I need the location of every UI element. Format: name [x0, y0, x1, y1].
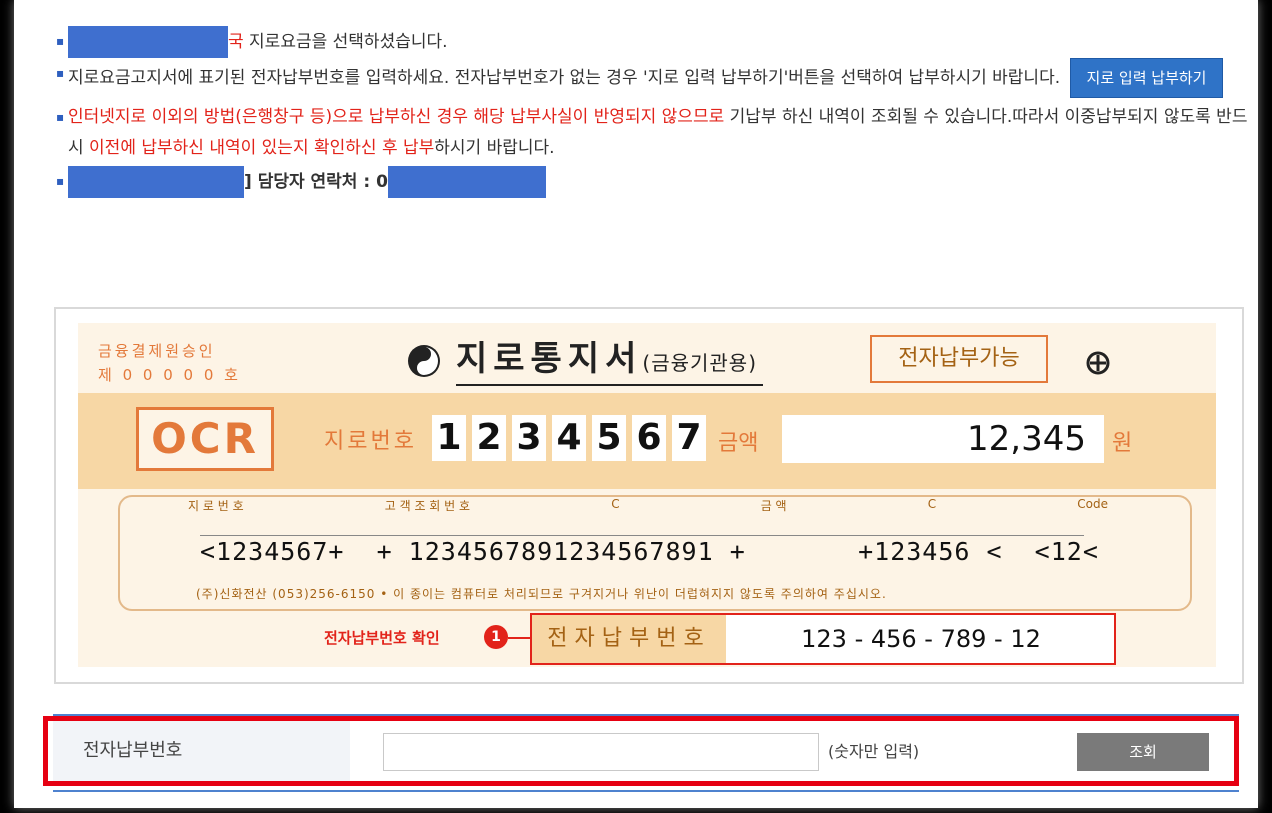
- epay-number-box: 전자납부번호 123 - 456 - 789 - 12: [530, 613, 1116, 665]
- notice-input-text: 지로요금고지서에 표기된 전자납부번호를 입력하세요. 전자납부번호가 없는 경…: [68, 68, 1061, 88]
- code-headers: 지 로 번 호 고 객 조 회 번 호 C 금 액 C Code: [188, 497, 1108, 514]
- notice-warning-red2: 이전에 납부하신 내역이 있는지 확인하신 후 납부: [89, 138, 435, 158]
- bullet-icon: ▪: [56, 66, 65, 80]
- giro-number-label: 지로번호: [324, 429, 417, 454]
- code-header: 지 로 번 호: [188, 499, 244, 513]
- giro-digit: 7: [672, 415, 706, 461]
- ocr-code-line: <1234567+ + 1234567891234567891 + +12345…: [200, 537, 1099, 566]
- page: ▪ 국 지로요금을 선택하셨습니다. ▪ 지로요금고지서에 표기된 전자납부번호…: [14, 0, 1258, 808]
- giro-slip-example: 금융결제원승인 제 0 0 0 0 0 호 지로통지서(금융기관용) 전자납부가…: [54, 307, 1244, 684]
- code-header: C: [927, 497, 937, 511]
- slip-title: 지로통지서(금융기관용): [456, 331, 764, 386]
- slip-title-main: 지로통지서: [456, 339, 643, 379]
- redacted-block: [68, 26, 228, 58]
- notice-warning-text2: 하시기 바랍니다.: [434, 138, 555, 158]
- epay-number-label: 전자납부번호: [532, 615, 726, 663]
- code-header: 금 액: [760, 499, 787, 513]
- notice-item-warning: ▪ 인터넷지로 이외의 방법(은행창구 등)으로 납부하신 경우 해당 납부사실…: [56, 102, 1256, 164]
- redacted-block: [387, 166, 546, 198]
- notice-item-selected: ▪ 국 지로요금을 선택하셨습니다.: [56, 26, 1256, 58]
- notice-selected-text: 지로요금을 선택하셨습니다.: [243, 32, 448, 52]
- highlight-frame: [43, 716, 1239, 786]
- redacted-block: [68, 166, 244, 198]
- amount-box: 12,345: [782, 415, 1104, 463]
- giro-digit: 6: [632, 415, 666, 461]
- notice-item-contact: ▪ ] 담당자 연락처 : 0: [56, 166, 1256, 198]
- giro-slip: 금융결제원승인 제 0 0 0 0 0 호 지로통지서(금융기관용) 전자납부가…: [78, 323, 1216, 667]
- step-badge: 1: [484, 625, 508, 649]
- registration-mark-icon: [1086, 351, 1110, 375]
- bullet-icon: ▪: [56, 34, 65, 48]
- giro-digit: 5: [592, 415, 626, 461]
- badge-connector: [508, 637, 530, 639]
- giro-logo-icon: [408, 345, 440, 377]
- code-header: C: [611, 497, 620, 511]
- slip-title-sub: (금융기관용): [642, 351, 758, 375]
- code-header: 고 객 조 회 번 호: [384, 499, 471, 513]
- giro-digit: 1: [432, 415, 466, 461]
- notice-list: ▪ 국 지로요금을 선택하셨습니다. ▪ 지로요금고지서에 표기된 전자납부번호…: [56, 26, 1256, 198]
- approval-text: 금융결제원승인 제 0 0 0 0 0 호: [98, 342, 241, 384]
- giro-digit: 3: [512, 415, 546, 461]
- giro-digit: 2: [472, 415, 506, 461]
- notice-item-input: ▪ 지로요금고지서에 표기된 전자납부번호를 입력하세요. 전자납부번호가 없는…: [56, 58, 1256, 98]
- bullet-icon: ▪: [56, 110, 65, 124]
- epay-check-label: 전자납부번호 확인: [324, 629, 440, 647]
- slip-disclaimer: (주)신화전산 (053)256-6150 • 이 종이는 컴퓨터로 처리되므로…: [196, 587, 887, 601]
- notice-warning-red1: 인터넷지로 이외의 방법(은행창구 등)으로 납부하신 경우 해당 납부사실이 …: [68, 107, 725, 127]
- giro-digit: 4: [552, 415, 586, 461]
- giro-number-digits: 1 2 3 4 5 6 7: [432, 415, 706, 461]
- amount-label: 금액: [718, 431, 759, 456]
- notice-selected-suffix: 국: [228, 32, 244, 52]
- giro-input-payment-button[interactable]: 지로 입력 납부하기: [1069, 58, 1224, 98]
- won-label: 원: [1112, 431, 1133, 456]
- epay-number-value: 123 - 456 - 789 - 12: [801, 625, 1041, 653]
- notice-contact-text: ] 담당자 연락처 : 0: [244, 172, 388, 192]
- ocr-box: OCR: [136, 407, 274, 471]
- code-header: Code: [1077, 497, 1108, 511]
- epay-available-tag: 전자납부가능: [870, 335, 1048, 383]
- code-rule: [200, 535, 1084, 536]
- amount-value: 12,345: [967, 419, 1086, 459]
- bullet-icon: ▪: [56, 174, 65, 188]
